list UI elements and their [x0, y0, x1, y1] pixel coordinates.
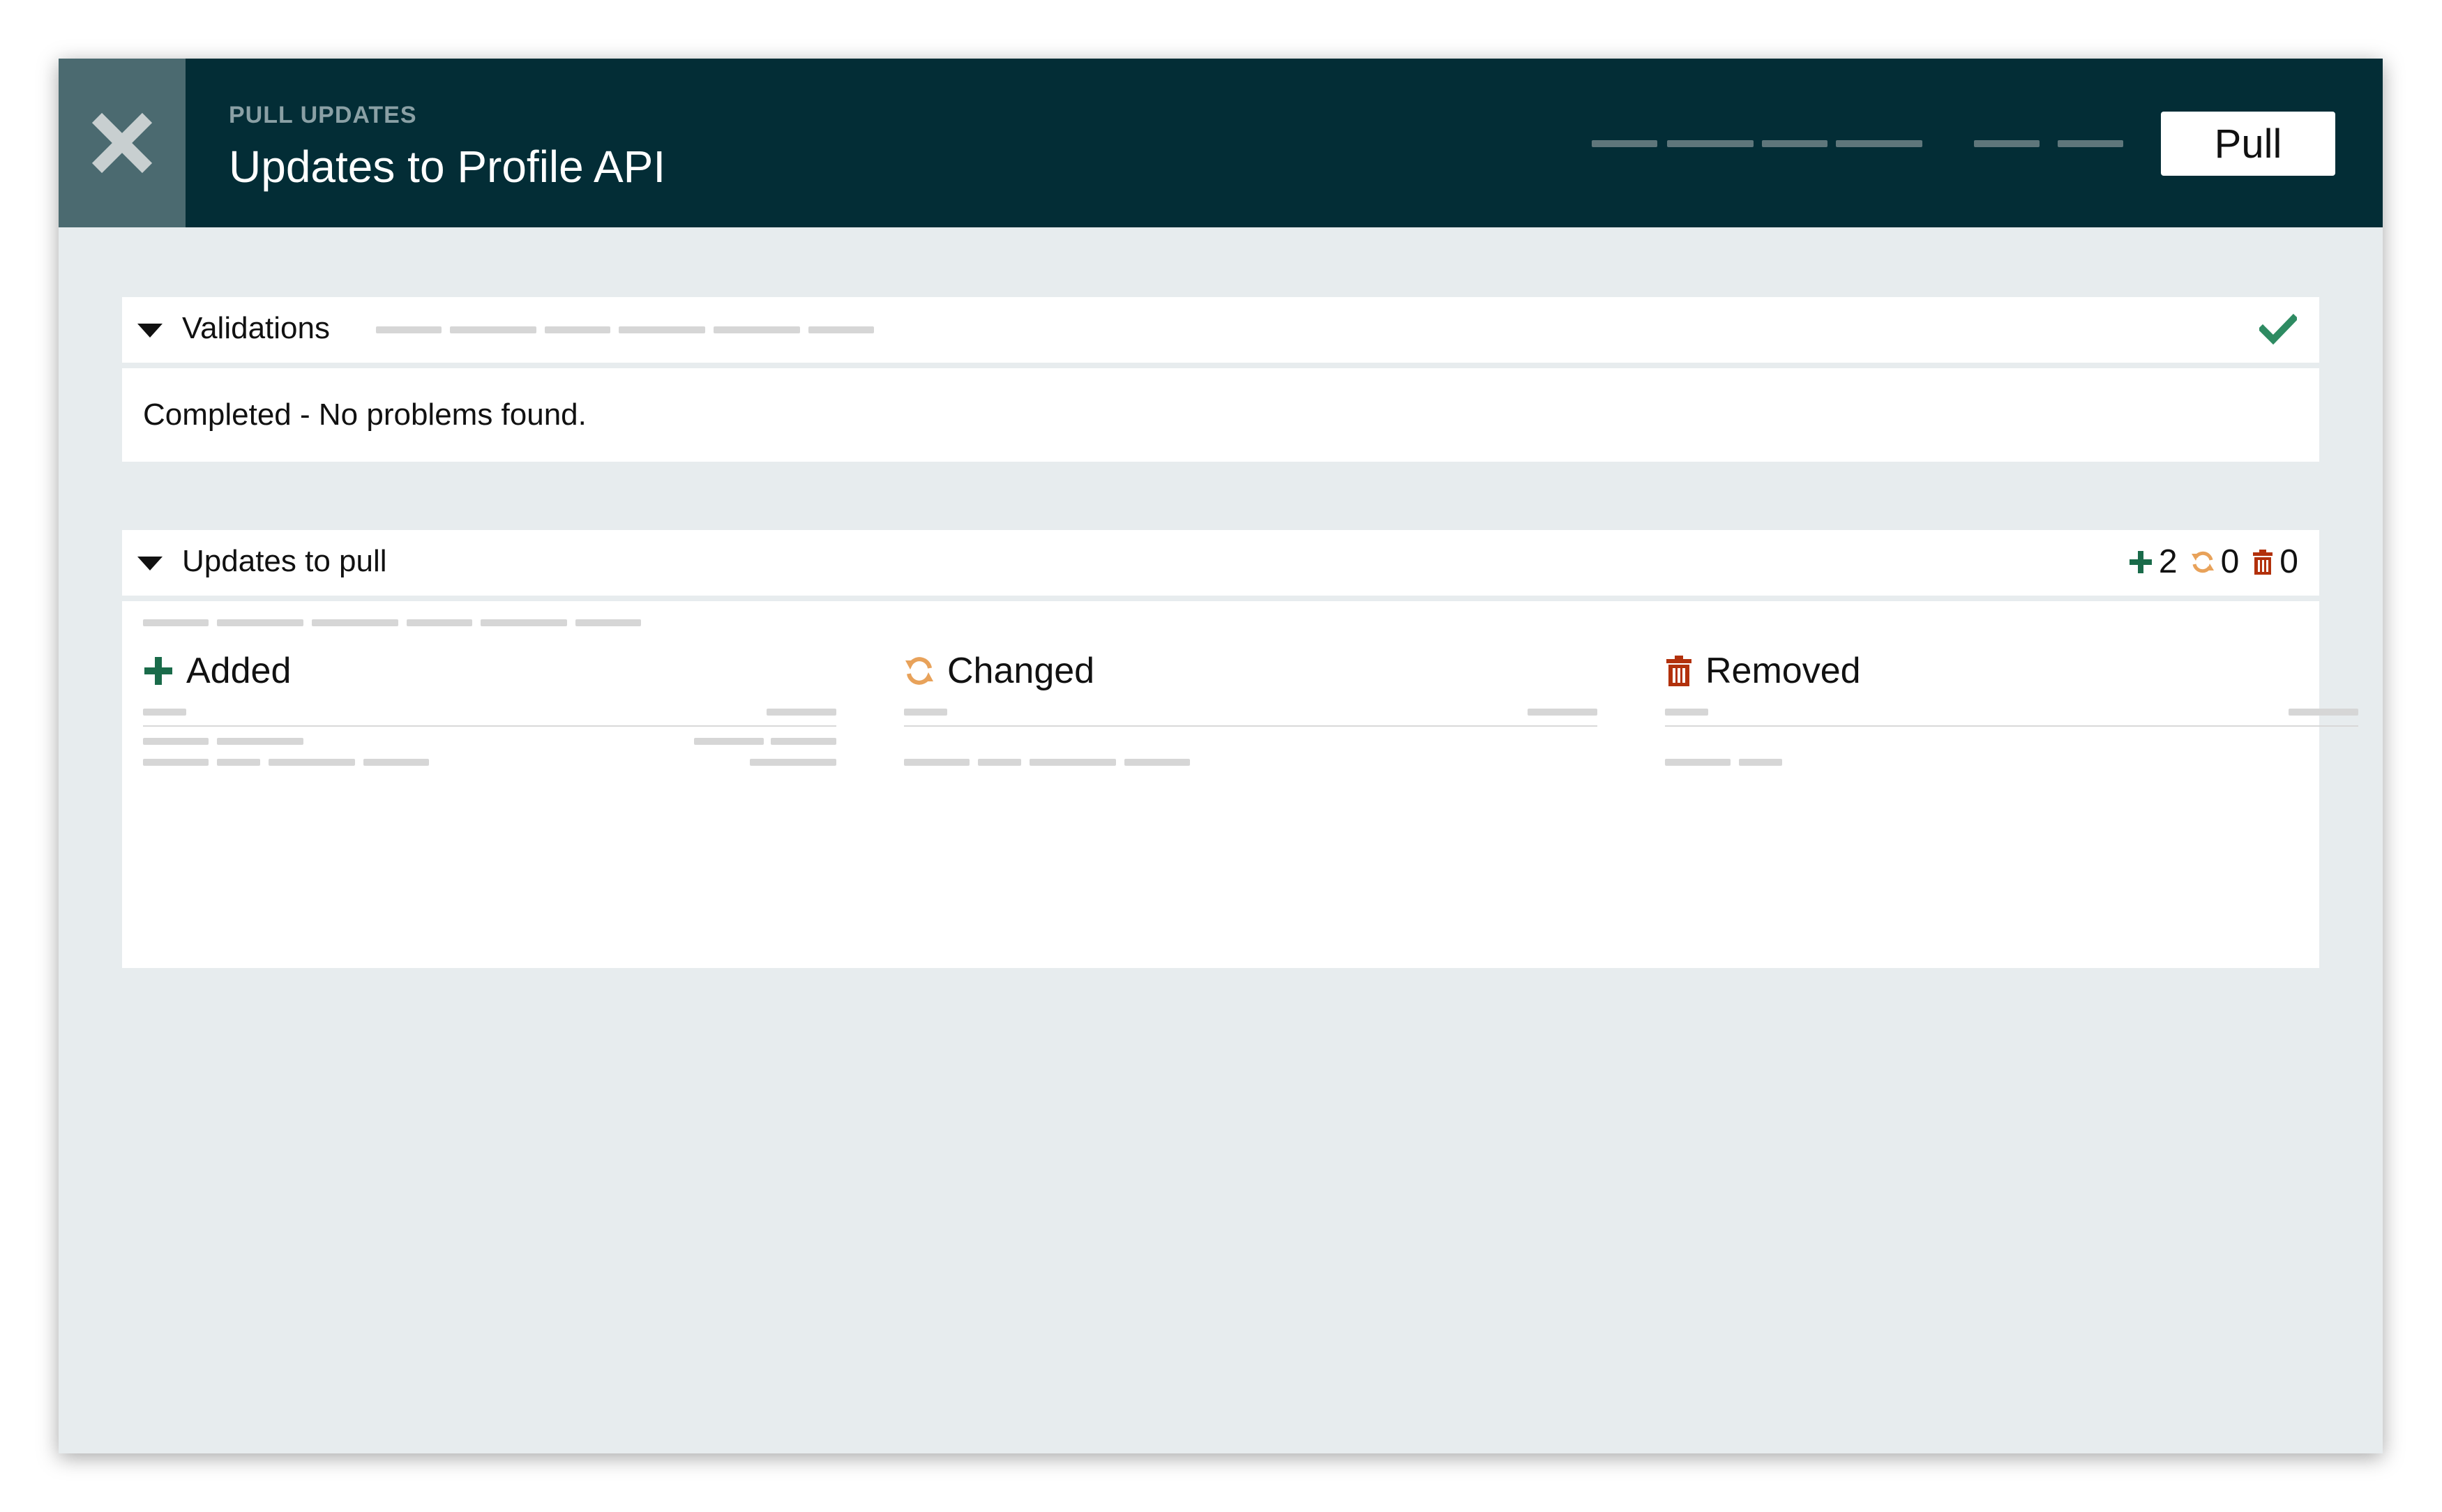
trash-icon [2253, 549, 2273, 575]
header-placeholder-text [1974, 140, 2040, 147]
changed-column-header: Changed [904, 650, 1094, 692]
added-divider [143, 725, 836, 727]
added-placeholder-text [771, 738, 836, 745]
pull-updates-dialog: PULL UPDATES Updates to Profile API Pull… [59, 59, 2383, 1453]
changed-placeholder-text [1528, 709, 1597, 716]
validations-placeholder-text [714, 326, 800, 333]
removed-placeholder-text [1739, 759, 1782, 766]
close-icon [91, 112, 153, 174]
refresh-icon [905, 657, 933, 685]
added-column-header: Added [143, 650, 291, 692]
updates-placeholder-text [575, 619, 641, 626]
removed-placeholder-text [1665, 759, 1731, 766]
updates-panel-header[interactable]: Updates to pull 2 0 0 [122, 530, 2319, 596]
trash-icon [1666, 656, 1691, 686]
added-placeholder-text [750, 759, 836, 766]
removed-placeholder-text [1665, 709, 1708, 716]
changed-placeholder-text [1030, 759, 1116, 766]
updates-panel-body: Added Changed Removed [122, 601, 2358, 968]
changed-placeholder-text [904, 759, 970, 766]
header-subtitle: PULL UPDATES [229, 102, 417, 128]
caret-down-icon[interactable] [137, 324, 163, 338]
validations-placeholder-text [808, 326, 874, 333]
added-placeholder-text [694, 738, 764, 745]
update-counts: 2 0 0 [2128, 543, 2298, 581]
changed-placeholder-text [1124, 759, 1190, 766]
validations-placeholder-text [450, 326, 536, 333]
changed-placeholder-text [978, 759, 1021, 766]
added-placeholder-text [217, 759, 260, 766]
close-button[interactable] [59, 59, 186, 227]
updates-placeholder-text [312, 619, 398, 626]
check-icon [2259, 314, 2297, 345]
header-placeholder-text [1836, 140, 1922, 147]
updates-title: Updates to pull [182, 544, 387, 578]
removed-count: 0 [2279, 543, 2298, 580]
header-placeholder-text [1762, 140, 1827, 147]
removed-column-header: Removed [1665, 650, 1861, 692]
added-placeholder-text [143, 709, 186, 716]
validations-placeholder-text [545, 326, 610, 333]
added-count: 2 [2158, 543, 2178, 580]
changed-count: 0 [2220, 543, 2240, 580]
removed-label: Removed [1705, 651, 1861, 691]
validations-placeholder-text [619, 326, 705, 333]
pull-button[interactable]: Pull [2161, 112, 2335, 176]
added-placeholder-text [767, 709, 836, 716]
updates-placeholder-text [481, 619, 567, 626]
header-title: Updates to Profile API [229, 142, 666, 192]
header-placeholder-text [1667, 140, 1754, 147]
refresh-icon [2191, 551, 2214, 573]
added-placeholder-text [143, 738, 209, 745]
added-placeholder-text [217, 738, 303, 745]
header-placeholder-text [2058, 140, 2123, 147]
added-placeholder-text [269, 759, 355, 766]
removed-placeholder-text [2289, 709, 2358, 716]
plus-icon [144, 657, 172, 685]
validations-panel-header[interactable]: Validations [122, 297, 2319, 363]
updates-placeholder-text [217, 619, 303, 626]
validations-title: Validations [182, 311, 330, 345]
changed-label: Changed [947, 651, 1095, 691]
changed-placeholder-text [904, 709, 947, 716]
added-label: Added [186, 651, 292, 691]
header-placeholder-text [1592, 140, 1657, 147]
plus-icon [2129, 550, 2152, 573]
validations-placeholder-text [376, 326, 442, 333]
dialog-header: PULL UPDATES Updates to Profile API Pull [59, 59, 2383, 227]
added-placeholder-text [143, 759, 209, 766]
removed-divider [1665, 725, 2358, 727]
changed-divider [904, 725, 1597, 727]
validations-message: Completed - No problems found. [143, 398, 587, 432]
validations-panel-body: Completed - No problems found. [122, 368, 2319, 462]
added-placeholder-text [363, 759, 429, 766]
updates-placeholder-text [143, 619, 209, 626]
caret-down-icon[interactable] [137, 557, 163, 570]
updates-placeholder-text [407, 619, 472, 626]
